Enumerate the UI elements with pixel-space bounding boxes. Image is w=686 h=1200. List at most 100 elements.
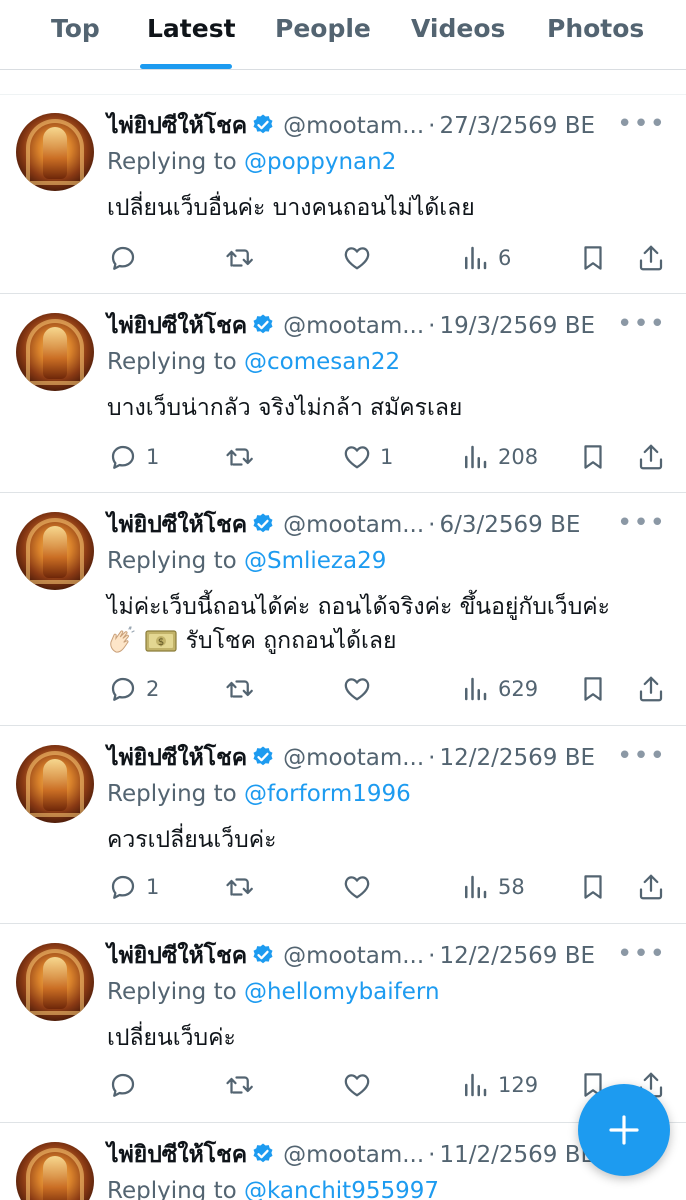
more-icon[interactable]: ••• — [617, 508, 666, 538]
tab-latest[interactable]: Latest — [147, 14, 236, 54]
retweet-button[interactable] — [224, 669, 262, 709]
views-button[interactable]: 629 — [460, 669, 538, 709]
separator-dot: · — [428, 512, 436, 538]
reply-mention[interactable]: @poppynan2 — [244, 149, 396, 175]
reply-button[interactable]: 1 — [108, 867, 159, 907]
retweet-button[interactable] — [224, 437, 262, 477]
handle[interactable]: @mootam... — [283, 943, 424, 969]
bookmark-button[interactable] — [578, 867, 608, 907]
tweet[interactable]: ไพ่ยิปซีให้โชค @mootam... · 12/2/2569 BE ••… — [0, 925, 686, 1123]
handle[interactable]: @mootam... — [283, 313, 424, 339]
avatar[interactable] — [16, 745, 94, 823]
display-name[interactable]: ไพ่ยิปซีให้โชค — [107, 1142, 247, 1168]
like-count: 1 — [380, 445, 394, 469]
timestamp[interactable]: 19/3/2569 BE — [439, 313, 595, 339]
reply-icon — [111, 677, 135, 701]
views-button[interactable]: 6 — [460, 238, 511, 278]
views-button[interactable]: 58 — [460, 867, 525, 907]
display-name[interactable]: ไพ่ยิปซีให้โชค — [107, 313, 247, 339]
reply-count: 2 — [146, 677, 160, 701]
clapping-hands-emoji-icon — [107, 626, 137, 664]
more-icon[interactable]: ••• — [617, 109, 666, 139]
like-button[interactable] — [342, 867, 380, 907]
tweet-text: เปลี่ยนเว็บอื่นค่ะ บางคนถอนไม่ได้เลย — [107, 195, 475, 221]
replying-to: Replying to @comesan22 — [107, 349, 401, 375]
display-name[interactable]: ไพ่ยิปซีให้โชค — [107, 512, 247, 538]
tab-people[interactable]: People — [275, 14, 371, 54]
reply-button[interactable]: 2 — [108, 669, 159, 709]
avatar[interactable] — [16, 113, 94, 191]
tab-top[interactable]: Top — [51, 14, 100, 54]
share-button[interactable] — [636, 437, 666, 477]
reply-button[interactable] — [108, 1065, 146, 1105]
tweet[interactable]: ไพ่ยิปซีให้โชค @mootam... · 19/3/2569 BE ••… — [0, 295, 686, 493]
reply-mention[interactable]: @hellomybaifern — [244, 979, 440, 1005]
timestamp[interactable]: 12/2/2569 BE — [439, 745, 595, 771]
more-icon[interactable]: ••• — [617, 309, 666, 339]
separator-dot: · — [428, 745, 436, 771]
handle[interactable]: @mootam... — [283, 113, 424, 139]
views-count: 58 — [498, 875, 525, 899]
tab-photos[interactable]: Photos — [547, 14, 644, 54]
reply-mention[interactable]: @Smlieza29 — [244, 548, 386, 574]
views-count: 208 — [498, 445, 539, 469]
tweet-header: ไพ่ยิปซีให้โชค @mootam... · 6/3/2569 BE — [107, 508, 580, 542]
more-icon[interactable]: ••• — [617, 939, 666, 969]
like-button[interactable]: 1 — [342, 437, 393, 477]
share-button[interactable] — [636, 867, 666, 907]
timestamp[interactable]: 27/3/2569 BE — [439, 113, 595, 139]
tweet[interactable]: ไพ่ยิปซีให้โชค @mootam... · 6/3/2569 BE •••… — [0, 494, 686, 726]
like-button[interactable] — [342, 669, 380, 709]
share-button[interactable] — [636, 238, 666, 278]
timestamp[interactable]: 6/3/2569 BE — [439, 512, 580, 538]
reply-mention[interactable]: @comesan22 — [244, 349, 400, 375]
reply-mention[interactable]: @kanchit955997 — [244, 1178, 439, 1200]
handle[interactable]: @mootam... — [283, 1142, 424, 1168]
verified-icon — [251, 1142, 275, 1176]
avatar[interactable] — [16, 1142, 94, 1200]
views-count: 6 — [498, 246, 512, 270]
replying-to: Replying to @poppynan2 — [107, 149, 397, 175]
more-icon[interactable]: ••• — [617, 741, 666, 771]
reply-button[interactable] — [108, 238, 146, 278]
compose-button[interactable] — [578, 1084, 670, 1176]
tweet[interactable]: ไพ่ยิปซีให้โชค @mootam... · 12/2/2569 BE ••… — [0, 727, 686, 924]
bookmark-button[interactable] — [578, 238, 608, 278]
display-name[interactable]: ไพ่ยิปซีให้โชค — [107, 943, 247, 969]
reply-button[interactable]: 1 — [108, 437, 159, 477]
handle[interactable]: @mootam... — [283, 745, 424, 771]
tab-videos[interactable]: Videos — [411, 14, 505, 54]
retweet-icon — [226, 878, 253, 896]
retweet-button[interactable] — [224, 238, 262, 278]
avatar[interactable] — [16, 512, 94, 590]
timestamp[interactable]: 11/2/2569 BE — [439, 1142, 595, 1168]
reply-mention[interactable]: @forform1996 — [244, 781, 411, 807]
tweet-actions: 6 — [0, 238, 686, 278]
verified-icon — [251, 113, 275, 147]
like-button[interactable] — [342, 1065, 380, 1105]
display-name[interactable]: ไพ่ยิปซีให้โชค — [107, 745, 247, 771]
tweet-text: ไม่ค่ะเว็บนี้ถอนได้ค่ะ ถอนได้จริงค่ะ ขึ้… — [107, 590, 667, 664]
display-name[interactable]: ไพ่ยิปซีให้โชค — [107, 113, 247, 139]
views-icon — [465, 1073, 487, 1097]
retweet-button[interactable] — [224, 867, 262, 907]
views-button[interactable]: 129 — [460, 1065, 538, 1105]
timestamp[interactable]: 12/2/2569 BE — [439, 943, 595, 969]
retweet-icon — [226, 1076, 253, 1094]
retweet-button[interactable] — [224, 1065, 262, 1105]
replying-to: Replying to @kanchit955997 — [107, 1174, 439, 1200]
share-button[interactable] — [636, 669, 666, 709]
share-icon — [639, 676, 663, 702]
bookmark-button[interactable] — [578, 437, 608, 477]
avatar[interactable] — [16, 313, 94, 391]
handle[interactable]: @mootam... — [283, 512, 424, 538]
like-button[interactable] — [342, 238, 380, 278]
tweet[interactable]: ไพ่ยิปซีให้โชค @mootam... · 27/3/2569 BE ••… — [0, 95, 686, 294]
views-button[interactable]: 208 — [460, 437, 538, 477]
bookmark-button[interactable] — [578, 669, 608, 709]
avatar[interactable] — [16, 943, 94, 1021]
like-icon — [344, 678, 370, 701]
retweet-icon — [226, 680, 253, 698]
tweet-actions: 1 1 208 — [0, 437, 686, 477]
tweet-header: ไพ่ยิปซีให้โชค @mootam... · 19/3/2569 BE — [107, 309, 595, 343]
